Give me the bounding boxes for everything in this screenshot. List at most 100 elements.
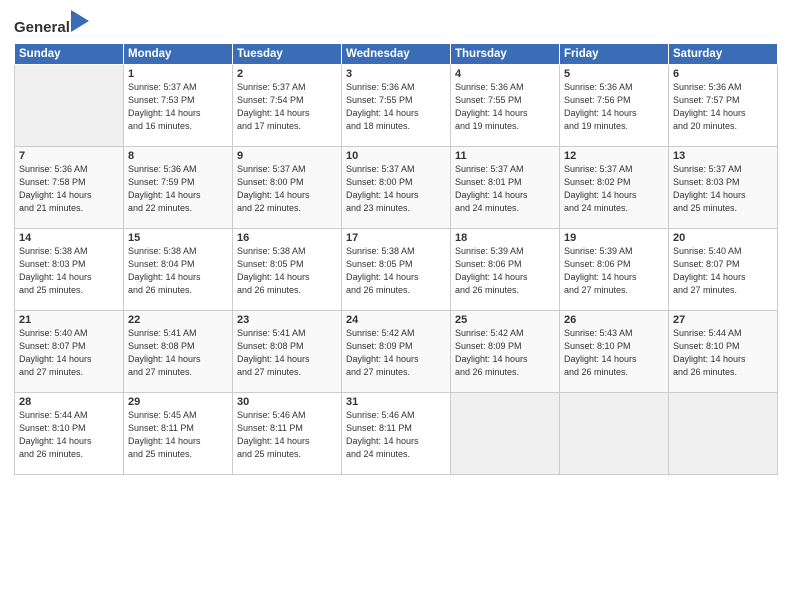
day-info: Sunrise: 5:43 AM Sunset: 8:10 PM Dayligh…	[564, 327, 664, 379]
calendar-cell: 18Sunrise: 5:39 AM Sunset: 8:06 PM Dayli…	[451, 229, 560, 311]
calendar-cell: 8Sunrise: 5:36 AM Sunset: 7:59 PM Daylig…	[124, 147, 233, 229]
day-info: Sunrise: 5:41 AM Sunset: 8:08 PM Dayligh…	[128, 327, 228, 379]
day-info: Sunrise: 5:37 AM Sunset: 7:53 PM Dayligh…	[128, 81, 228, 133]
header: General	[14, 10, 778, 37]
calendar-cell: 6Sunrise: 5:36 AM Sunset: 7:57 PM Daylig…	[669, 65, 778, 147]
day-number: 24	[346, 314, 446, 326]
calendar-cell: 12Sunrise: 5:37 AM Sunset: 8:02 PM Dayli…	[560, 147, 669, 229]
day-number: 26	[564, 314, 664, 326]
day-number: 11	[455, 150, 555, 162]
day-info: Sunrise: 5:46 AM Sunset: 8:11 PM Dayligh…	[237, 409, 337, 461]
calendar-cell: 16Sunrise: 5:38 AM Sunset: 8:05 PM Dayli…	[233, 229, 342, 311]
logo-arrow-icon	[71, 10, 89, 32]
day-info: Sunrise: 5:40 AM Sunset: 8:07 PM Dayligh…	[673, 245, 773, 297]
day-info: Sunrise: 5:36 AM Sunset: 7:55 PM Dayligh…	[346, 81, 446, 133]
calendar-cell	[15, 65, 124, 147]
calendar-cell: 10Sunrise: 5:37 AM Sunset: 8:00 PM Dayli…	[342, 147, 451, 229]
logo-general: General	[14, 19, 70, 36]
day-info: Sunrise: 5:36 AM Sunset: 7:59 PM Dayligh…	[128, 163, 228, 215]
day-info: Sunrise: 5:42 AM Sunset: 8:09 PM Dayligh…	[346, 327, 446, 379]
day-info: Sunrise: 5:37 AM Sunset: 8:00 PM Dayligh…	[346, 163, 446, 215]
day-info: Sunrise: 5:37 AM Sunset: 8:02 PM Dayligh…	[564, 163, 664, 215]
calendar-cell: 25Sunrise: 5:42 AM Sunset: 8:09 PM Dayli…	[451, 311, 560, 393]
day-number: 16	[237, 232, 337, 244]
col-header-friday: Friday	[560, 44, 669, 65]
calendar-cell: 27Sunrise: 5:44 AM Sunset: 8:10 PM Dayli…	[669, 311, 778, 393]
day-info: Sunrise: 5:36 AM Sunset: 7:56 PM Dayligh…	[564, 81, 664, 133]
calendar-cell: 22Sunrise: 5:41 AM Sunset: 8:08 PM Dayli…	[124, 311, 233, 393]
day-info: Sunrise: 5:37 AM Sunset: 8:00 PM Dayligh…	[237, 163, 337, 215]
logo: General	[14, 10, 89, 37]
day-info: Sunrise: 5:36 AM Sunset: 7:55 PM Dayligh…	[455, 81, 555, 133]
day-info: Sunrise: 5:38 AM Sunset: 8:05 PM Dayligh…	[346, 245, 446, 297]
day-info: Sunrise: 5:40 AM Sunset: 8:07 PM Dayligh…	[19, 327, 119, 379]
calendar-cell: 2Sunrise: 5:37 AM Sunset: 7:54 PM Daylig…	[233, 65, 342, 147]
day-number: 20	[673, 232, 773, 244]
calendar-cell: 26Sunrise: 5:43 AM Sunset: 8:10 PM Dayli…	[560, 311, 669, 393]
calendar-cell: 30Sunrise: 5:46 AM Sunset: 8:11 PM Dayli…	[233, 393, 342, 475]
day-number: 31	[346, 396, 446, 408]
day-number: 25	[455, 314, 555, 326]
calendar-cell	[451, 393, 560, 475]
day-info: Sunrise: 5:45 AM Sunset: 8:11 PM Dayligh…	[128, 409, 228, 461]
calendar-cell: 29Sunrise: 5:45 AM Sunset: 8:11 PM Dayli…	[124, 393, 233, 475]
day-number: 13	[673, 150, 773, 162]
day-number: 1	[128, 68, 228, 80]
calendar-cell: 31Sunrise: 5:46 AM Sunset: 8:11 PM Dayli…	[342, 393, 451, 475]
logo-text: General	[14, 10, 89, 37]
day-info: Sunrise: 5:38 AM Sunset: 8:03 PM Dayligh…	[19, 245, 119, 297]
day-info: Sunrise: 5:36 AM Sunset: 7:57 PM Dayligh…	[673, 81, 773, 133]
calendar-cell: 14Sunrise: 5:38 AM Sunset: 8:03 PM Dayli…	[15, 229, 124, 311]
day-info: Sunrise: 5:37 AM Sunset: 7:54 PM Dayligh…	[237, 81, 337, 133]
calendar-table: SundayMondayTuesdayWednesdayThursdayFrid…	[14, 43, 778, 475]
col-header-saturday: Saturday	[669, 44, 778, 65]
day-number: 8	[128, 150, 228, 162]
day-number: 6	[673, 68, 773, 80]
calendar-cell: 3Sunrise: 5:36 AM Sunset: 7:55 PM Daylig…	[342, 65, 451, 147]
day-info: Sunrise: 5:42 AM Sunset: 8:09 PM Dayligh…	[455, 327, 555, 379]
day-info: Sunrise: 5:37 AM Sunset: 8:03 PM Dayligh…	[673, 163, 773, 215]
day-number: 27	[673, 314, 773, 326]
calendar-cell: 24Sunrise: 5:42 AM Sunset: 8:09 PM Dayli…	[342, 311, 451, 393]
day-info: Sunrise: 5:39 AM Sunset: 8:06 PM Dayligh…	[564, 245, 664, 297]
calendar-cell: 7Sunrise: 5:36 AM Sunset: 7:58 PM Daylig…	[15, 147, 124, 229]
day-number: 28	[19, 396, 119, 408]
calendar-cell: 13Sunrise: 5:37 AM Sunset: 8:03 PM Dayli…	[669, 147, 778, 229]
day-number: 9	[237, 150, 337, 162]
day-number: 18	[455, 232, 555, 244]
day-info: Sunrise: 5:37 AM Sunset: 8:01 PM Dayligh…	[455, 163, 555, 215]
day-info: Sunrise: 5:46 AM Sunset: 8:11 PM Dayligh…	[346, 409, 446, 461]
day-number: 19	[564, 232, 664, 244]
day-info: Sunrise: 5:39 AM Sunset: 8:06 PM Dayligh…	[455, 245, 555, 297]
calendar-cell: 5Sunrise: 5:36 AM Sunset: 7:56 PM Daylig…	[560, 65, 669, 147]
day-number: 14	[19, 232, 119, 244]
calendar-cell: 23Sunrise: 5:41 AM Sunset: 8:08 PM Dayli…	[233, 311, 342, 393]
calendar-cell: 19Sunrise: 5:39 AM Sunset: 8:06 PM Dayli…	[560, 229, 669, 311]
calendar-cell: 15Sunrise: 5:38 AM Sunset: 8:04 PM Dayli…	[124, 229, 233, 311]
day-info: Sunrise: 5:44 AM Sunset: 8:10 PM Dayligh…	[19, 409, 119, 461]
calendar-cell: 28Sunrise: 5:44 AM Sunset: 8:10 PM Dayli…	[15, 393, 124, 475]
day-number: 12	[564, 150, 664, 162]
calendar-cell	[669, 393, 778, 475]
day-number: 2	[237, 68, 337, 80]
calendar-cell: 17Sunrise: 5:38 AM Sunset: 8:05 PM Dayli…	[342, 229, 451, 311]
day-number: 4	[455, 68, 555, 80]
day-number: 15	[128, 232, 228, 244]
calendar-cell: 4Sunrise: 5:36 AM Sunset: 7:55 PM Daylig…	[451, 65, 560, 147]
day-info: Sunrise: 5:38 AM Sunset: 8:05 PM Dayligh…	[237, 245, 337, 297]
calendar-week-row: 1Sunrise: 5:37 AM Sunset: 7:53 PM Daylig…	[15, 65, 778, 147]
col-header-wednesday: Wednesday	[342, 44, 451, 65]
day-info: Sunrise: 5:36 AM Sunset: 7:58 PM Dayligh…	[19, 163, 119, 215]
calendar-week-row: 28Sunrise: 5:44 AM Sunset: 8:10 PM Dayli…	[15, 393, 778, 475]
day-info: Sunrise: 5:44 AM Sunset: 8:10 PM Dayligh…	[673, 327, 773, 379]
calendar-week-row: 14Sunrise: 5:38 AM Sunset: 8:03 PM Dayli…	[15, 229, 778, 311]
day-number: 5	[564, 68, 664, 80]
calendar-header-row: SundayMondayTuesdayWednesdayThursdayFrid…	[15, 44, 778, 65]
calendar-cell: 21Sunrise: 5:40 AM Sunset: 8:07 PM Dayli…	[15, 311, 124, 393]
page: General SundayMondayTuesdayWednesdayThur…	[0, 0, 792, 612]
day-info: Sunrise: 5:41 AM Sunset: 8:08 PM Dayligh…	[237, 327, 337, 379]
day-number: 3	[346, 68, 446, 80]
calendar-week-row: 21Sunrise: 5:40 AM Sunset: 8:07 PM Dayli…	[15, 311, 778, 393]
col-header-tuesday: Tuesday	[233, 44, 342, 65]
day-number: 21	[19, 314, 119, 326]
